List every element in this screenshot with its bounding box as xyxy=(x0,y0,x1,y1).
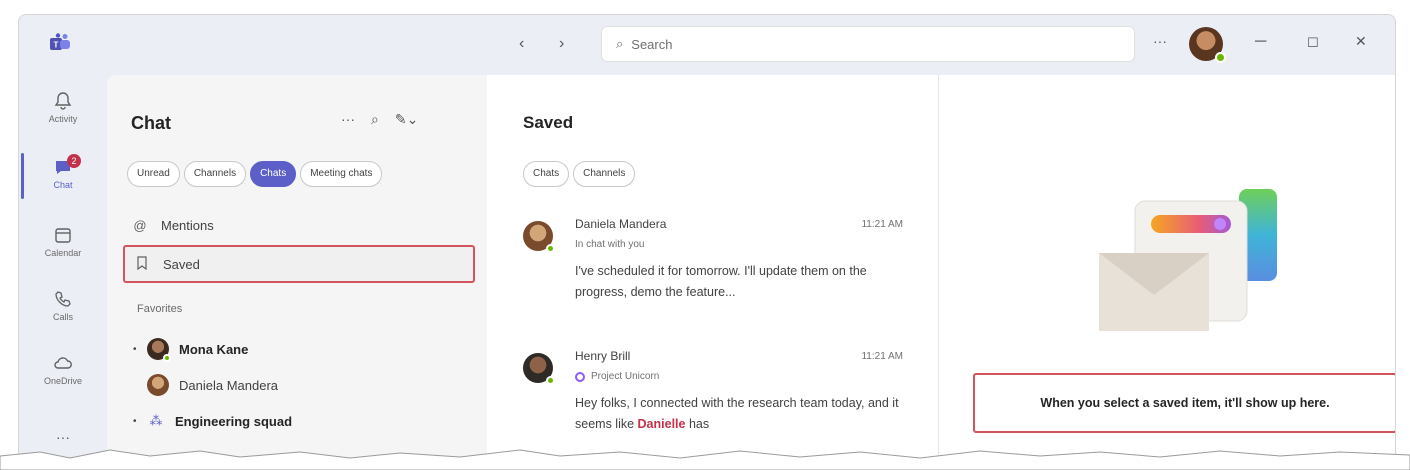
panel-title: Chat xyxy=(131,113,171,133)
unread-dot-icon: • xyxy=(133,415,137,427)
search-placeholder: Search xyxy=(631,36,673,52)
filter-meeting-chats[interactable]: Meeting chats xyxy=(300,161,383,187)
favorite-name: Mona Kane xyxy=(179,341,249,357)
message-preview: I've scheduled it for tomorrow. I'll upd… xyxy=(575,264,867,299)
presence-available-icon xyxy=(163,354,171,362)
message-time: 11:21 AM xyxy=(861,219,903,230)
close-button[interactable]: ✕ xyxy=(1355,33,1367,50)
avatar xyxy=(523,353,555,385)
saved-label: Saved xyxy=(163,256,200,272)
rail-label-calls: Calls xyxy=(52,312,73,322)
message-sender: Daniela Mandera xyxy=(575,217,667,231)
teams-logo-icon: T xyxy=(50,33,70,50)
saved-messages-panel: Saved Chats Channels Daniela Mandera 11:… xyxy=(487,75,939,469)
saved-message[interactable]: Daniela Mandera 11:21 AM In chat with yo… xyxy=(523,217,903,327)
message-time: 11:21 AM xyxy=(861,351,903,362)
torn-edge-decoration xyxy=(0,449,1410,470)
rail-item-chat[interactable]: 2 Chat xyxy=(19,154,107,190)
more-options-icon[interactable]: ··· xyxy=(341,111,355,128)
search-icon[interactable]: ⌕ xyxy=(371,111,379,128)
profile-avatar[interactable] xyxy=(1189,27,1226,63)
search-icon: ⌕ xyxy=(616,36,624,51)
message-text: has xyxy=(685,417,710,431)
favorites-section-label: Favorites xyxy=(137,303,183,315)
presence-available-icon xyxy=(546,376,555,385)
back-button[interactable]: ‹ xyxy=(519,35,524,53)
group-icon: ⁂ xyxy=(149,413,163,428)
filter-channels[interactable]: Channels xyxy=(183,161,247,187)
favorite-name: Engineering squad xyxy=(175,413,293,429)
calendar-icon xyxy=(55,228,71,243)
presence-available-icon xyxy=(546,244,555,253)
saved-title: Saved xyxy=(523,113,574,132)
rail-label-onedrive: OneDrive xyxy=(43,376,82,386)
unread-dot-icon: • xyxy=(133,343,137,355)
teams-window: T ‹ › ⌕ Search ··· ─ ☐ ✕ Activity 2 Chat… xyxy=(18,14,1396,470)
svg-text:T: T xyxy=(54,41,59,50)
avatar xyxy=(147,338,171,362)
channel-ring-icon xyxy=(575,371,585,382)
message-text: Hey folks, I connected with the research… xyxy=(575,396,899,431)
rail-item-calendar[interactable]: Calendar xyxy=(19,225,107,258)
more-options-button[interactable]: ··· xyxy=(1153,33,1167,49)
rail-item-activity[interactable]: Activity xyxy=(19,91,107,124)
mention[interactable]: Danielle xyxy=(638,417,686,431)
rail-item-calls[interactable]: Calls xyxy=(19,289,107,322)
bookmark-icon xyxy=(133,255,151,273)
cloud-icon xyxy=(54,357,72,369)
rail-label-activity: Activity xyxy=(48,114,78,124)
chat-list-panel: Chat ··· ⌕ ✎⌄ Unread Channels Chats Meet… xyxy=(107,75,487,469)
app-rail: Activity 2 Chat Calendar Calls OneDrive … xyxy=(19,75,107,469)
new-chat-icon[interactable]: ✎⌄ xyxy=(395,111,418,128)
chat-unread-badge: 2 xyxy=(67,154,81,168)
avatar xyxy=(523,221,555,253)
message-preview: Hey folks, I connected with the research… xyxy=(575,393,901,435)
message-context: Project Unicorn xyxy=(575,371,659,382)
saved-filter-pills: Chats Channels xyxy=(523,161,636,187)
search-input[interactable]: ⌕ Search xyxy=(601,26,1135,62)
saved-detail-panel: When you select a saved item, it'll show… xyxy=(939,75,1395,469)
rail-label-calendar: Calendar xyxy=(44,248,82,258)
saved-item[interactable]: Saved xyxy=(123,245,475,283)
at-mention-icon: @ xyxy=(133,217,147,233)
message-context: In chat with you xyxy=(575,239,645,250)
minimize-button[interactable]: ─ xyxy=(1255,33,1266,51)
chat-filter-pills: Unread Channels Chats Meeting chats xyxy=(127,161,383,187)
filter-chats[interactable]: Chats xyxy=(523,161,570,187)
mentions-label: Mentions xyxy=(161,217,214,233)
phone-icon xyxy=(55,291,71,307)
favorite-item-engineering-squad[interactable]: • ⁂ Engineering squad xyxy=(133,407,485,435)
maximize-button[interactable]: ☐ xyxy=(1307,35,1319,51)
avatar xyxy=(147,374,169,396)
bell-icon xyxy=(54,92,72,110)
mentions-item[interactable]: @ Mentions xyxy=(131,213,483,237)
rail-item-onedrive[interactable]: OneDrive xyxy=(19,353,107,386)
channel-name: Project Unicorn xyxy=(591,371,660,382)
empty-state-message: When you select a saved item, it'll show… xyxy=(973,373,1395,433)
favorite-name: Daniela Mandera xyxy=(179,377,279,393)
title-bar: T ‹ › ⌕ Search ··· ─ ☐ ✕ xyxy=(19,15,1395,75)
filter-chats[interactable]: Chats xyxy=(250,161,297,187)
message-sender: Henry Brill xyxy=(575,349,631,363)
filter-unread[interactable]: Unread xyxy=(127,161,180,187)
presence-available-icon xyxy=(1215,52,1226,63)
forward-button[interactable]: › xyxy=(559,35,564,53)
chat-panel-actions: ··· ⌕ ✎⌄ xyxy=(341,111,418,128)
saved-illustration xyxy=(1099,189,1277,331)
rail-label-chat: Chat xyxy=(53,180,73,190)
favorite-item-mona-kane[interactable]: • Mona Kane xyxy=(133,335,485,363)
filter-channels[interactable]: Channels xyxy=(573,161,636,187)
favorite-item-daniela-mandera[interactable]: Daniela Mandera xyxy=(147,371,499,399)
